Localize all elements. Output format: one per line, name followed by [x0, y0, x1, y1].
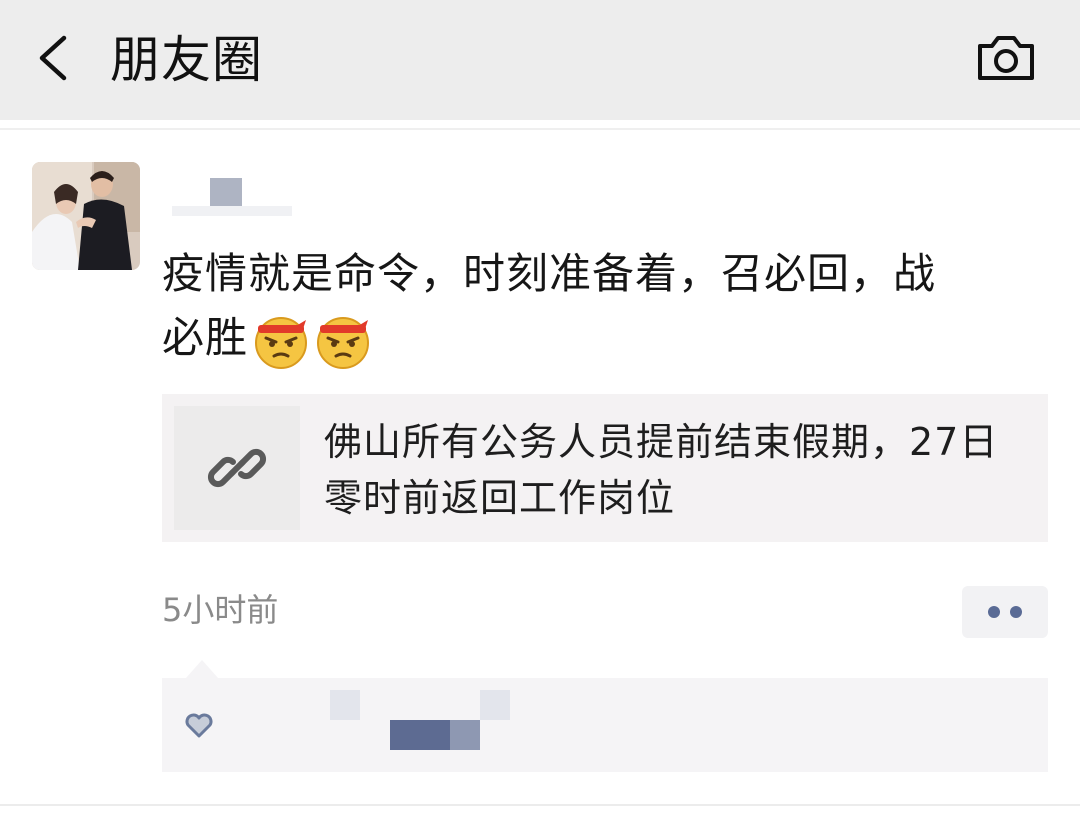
- more-dots-icon: [988, 606, 1000, 618]
- determined-face-emoji-icon: [255, 316, 308, 369]
- camera-icon: [978, 36, 1034, 80]
- post-timestamp: 5小时前: [162, 591, 279, 629]
- liker-name-blurred[interactable]: [390, 720, 450, 750]
- camera-button[interactable]: [972, 26, 1040, 90]
- link-title: 佛山所有公务人员提前结束假期，27日零时前返回工作岗位: [324, 420, 999, 520]
- chevron-left-icon: [39, 35, 67, 81]
- shared-link-card[interactable]: 佛山所有公务人员提前结束假期，27日零时前返回工作岗位: [162, 394, 1048, 542]
- likes-pointer: [186, 660, 218, 678]
- avatar-photo: [32, 162, 140, 270]
- blur-pixel: [172, 206, 292, 216]
- link-icon: [207, 448, 267, 488]
- page-title: 朋友圈: [110, 31, 263, 89]
- determined-face-emoji-icon: [317, 316, 370, 369]
- likes-section: [162, 678, 1048, 772]
- avatar[interactable]: [32, 162, 140, 270]
- back-button[interactable]: [30, 28, 80, 88]
- liker-name-blurred[interactable]: [450, 720, 480, 750]
- post-divider: [0, 804, 1080, 806]
- more-actions-button[interactable]: [962, 586, 1048, 638]
- post-text: 疫情就是命令，时刻准备着，召必回，战必胜: [162, 242, 962, 370]
- author-name-blurred[interactable]: [162, 168, 332, 218]
- heart-icon: [185, 713, 213, 738]
- liker-name-blurred[interactable]: [480, 690, 510, 720]
- more-dots-icon: [1010, 606, 1022, 618]
- emoji-row: [252, 312, 372, 370]
- top-navigation-bar: 朋友圈: [0, 0, 1080, 120]
- link-thumbnail: [174, 406, 300, 530]
- header-divider: [0, 128, 1080, 130]
- liker-name-blurred[interactable]: [330, 690, 360, 720]
